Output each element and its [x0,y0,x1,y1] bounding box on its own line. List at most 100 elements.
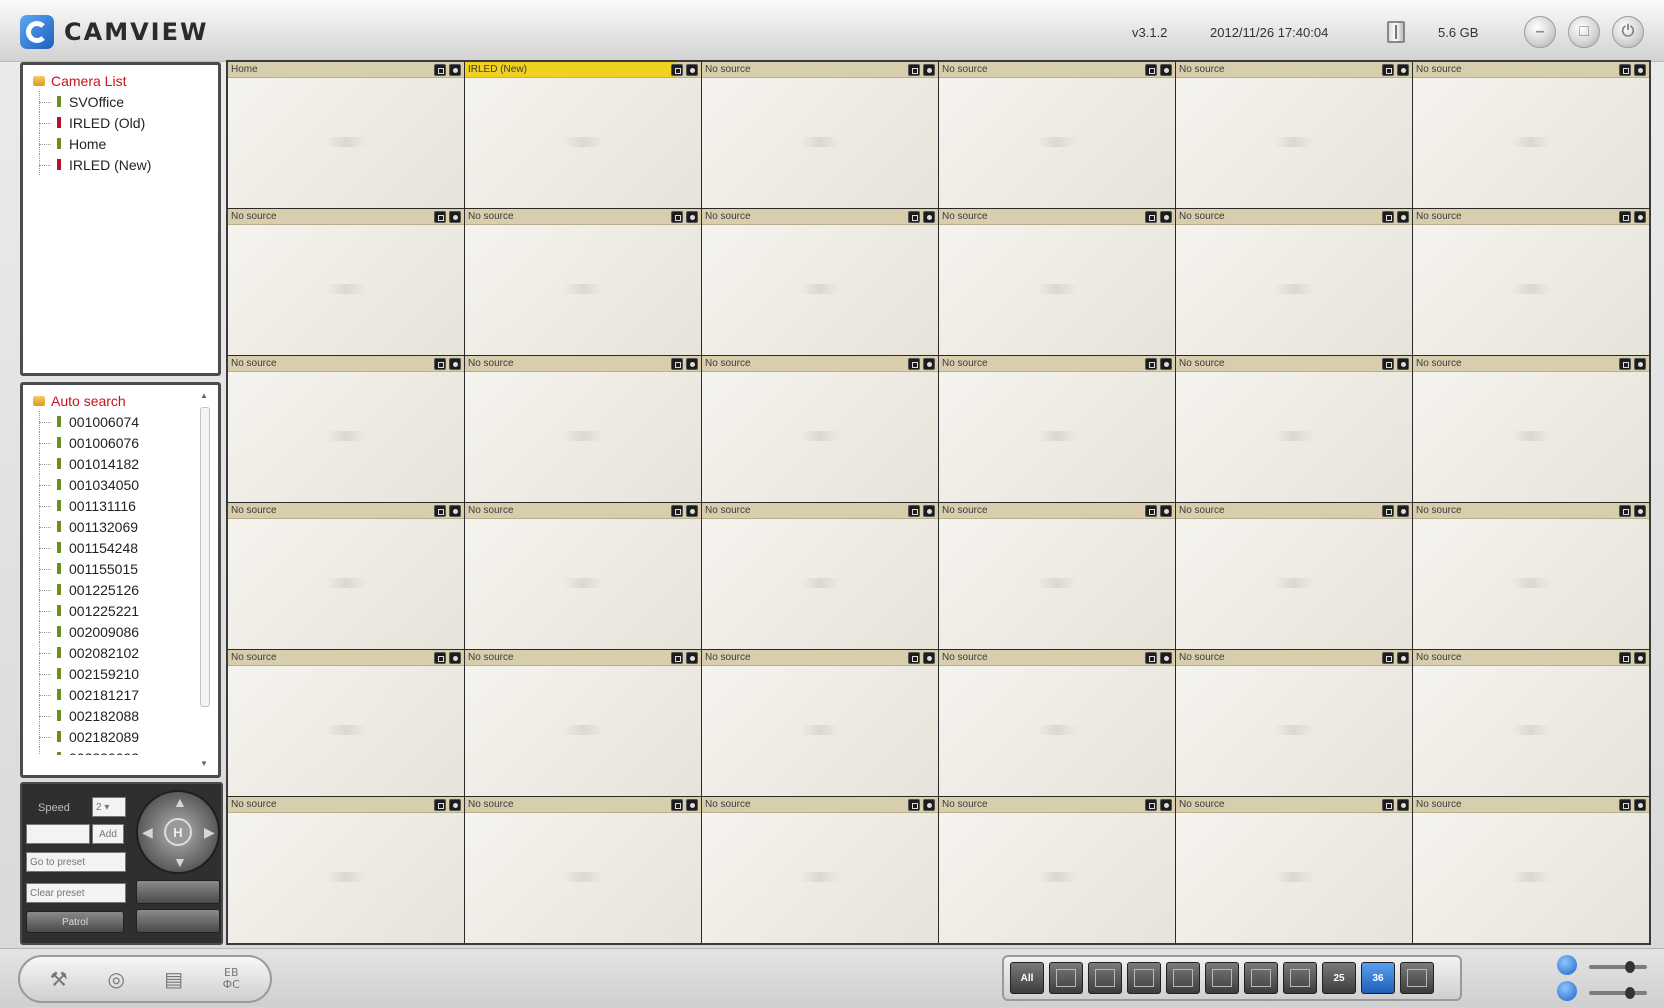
snapshot-icon[interactable] [1382,64,1394,76]
snapshot-icon[interactable] [908,211,920,223]
snapshot-icon[interactable] [1382,505,1394,517]
camera-cell[interactable]: IRLED (New) [465,62,701,208]
camera-cell[interactable]: No source [465,503,701,649]
auto-search-root[interactable]: Auto search [33,391,218,411]
snapshot-icon[interactable] [1619,652,1631,664]
auto-search-item[interactable]: 001006076 [33,432,218,453]
camera-cell[interactable]: No source [1413,209,1649,355]
auto-search-item[interactable]: 001132069 [33,516,218,537]
snapshot-icon[interactable] [671,358,683,370]
record-icon[interactable] [923,358,935,370]
record-icon[interactable] [1160,799,1172,811]
snapshot-icon[interactable] [434,358,446,370]
record-icon[interactable] [1160,652,1172,664]
pan-down-icon[interactable]: ▼ [173,854,187,870]
camera-cell[interactable]: No source [1176,650,1412,796]
auto-search-item[interactable]: 001131116 [33,495,218,516]
layout-button[interactable] [1127,962,1161,994]
snapshot-icon[interactable] [1382,799,1394,811]
camera-cell[interactable]: No source [1413,356,1649,502]
snapshot-icon[interactable] [434,652,446,664]
auto-search-scrollbar[interactable]: ▲ ▼ [198,391,212,771]
camera-cell[interactable]: No source [228,797,464,943]
pan-left-icon[interactable]: ◀ [142,824,153,841]
layout-button[interactable] [1283,962,1317,994]
maximize-button[interactable]: □ [1568,16,1600,48]
record-icon[interactable] [686,505,698,517]
snapshot-icon[interactable] [671,211,683,223]
camera-list-item[interactable]: SVOffice [33,91,218,112]
snapshot-icon[interactable] [671,799,683,811]
info-icon[interactable] [1557,955,1577,975]
record-icon[interactable] [923,64,935,76]
auto-search-item[interactable]: 001006074 [33,411,218,432]
record-icon[interactable] [1397,652,1409,664]
camera-cell[interactable]: No source [939,209,1175,355]
record-icon[interactable] [449,799,461,811]
goto-preset-select[interactable]: Go to preset [26,852,126,872]
scroll-down-icon[interactable]: ▼ [200,759,208,768]
snapshot-icon[interactable] [1145,64,1157,76]
volume-slider[interactable] [1589,961,1647,973]
record-icon[interactable] [1634,652,1646,664]
snapshot-icon[interactable] [908,652,920,664]
camera-list-root[interactable]: Camera List [33,71,218,91]
camera-cell[interactable]: No source [1176,62,1412,208]
record-icon[interactable] [1397,64,1409,76]
record-icon[interactable] [1634,64,1646,76]
layout-button[interactable] [1205,962,1239,994]
camera-cell[interactable]: No source [1176,356,1412,502]
snapshot-icon[interactable] [1619,358,1631,370]
camera-list-item[interactable]: IRLED (Old) [33,112,218,133]
camera-cell[interactable]: No source [228,650,464,796]
camera-cell[interactable]: No source [702,797,938,943]
record-icon[interactable] [1634,505,1646,517]
record-icon[interactable] [686,799,698,811]
snapshot-icon[interactable] [908,799,920,811]
record-icon[interactable] [1397,358,1409,370]
auto-search-item[interactable]: 002159210 [33,663,218,684]
snapshot-icon[interactable] [1619,505,1631,517]
auto-search-item[interactable]: 001155015 [33,558,218,579]
auto-search-item[interactable]: 001154248 [33,537,218,558]
snapshot-icon[interactable] [671,505,683,517]
auto-search-item[interactable]: 002082102 [33,642,218,663]
scroll-up-icon[interactable]: ▲ [200,391,208,400]
record-icon[interactable] [923,799,935,811]
snapshot-icon[interactable] [1145,799,1157,811]
record-icon[interactable] [686,652,698,664]
record-icon[interactable] [1160,64,1172,76]
auto-search-item[interactable]: 002230092 [33,747,218,755]
ptz-joystick[interactable]: ▲ ▼ ◀ ▶ H [136,790,220,874]
ptz-action-button[interactable] [136,909,220,933]
snapshot-icon[interactable] [1145,652,1157,664]
record-icon[interactable] [1634,211,1646,223]
camera-cell[interactable]: No source [702,650,938,796]
preset-name-input[interactable] [26,824,90,844]
pan-right-icon[interactable]: ▶ [204,824,215,841]
snapshot-icon[interactable] [1619,64,1631,76]
snapshot-icon[interactable] [1382,358,1394,370]
record-icon[interactable] [1160,505,1172,517]
camera-cell[interactable]: No source [939,650,1175,796]
snapshot-icon[interactable] [1382,652,1394,664]
auto-search-item[interactable]: 002181217 [33,684,218,705]
clear-preset-select[interactable]: Clear preset [26,883,126,903]
record-icon[interactable] [1397,799,1409,811]
pan-up-icon[interactable]: ▲ [173,794,187,810]
scrollbar-thumb[interactable] [200,407,210,707]
record-icon[interactable] [686,358,698,370]
camera-cell[interactable]: No source [1413,650,1649,796]
auto-search-item[interactable]: 002182088 [33,705,218,726]
camera-cell[interactable]: No source [228,503,464,649]
camera-cell[interactable]: No source [939,62,1175,208]
camera-cell[interactable]: No source [1413,503,1649,649]
record-icon[interactable] [449,505,461,517]
snapshot-icon[interactable] [671,64,683,76]
record-icon[interactable] [686,211,698,223]
record-icon[interactable] [449,211,461,223]
camera-cell[interactable]: No source [1176,797,1412,943]
camera-cell[interactable]: No source [465,356,701,502]
camera-cell[interactable]: No source [465,797,701,943]
auto-search-item[interactable]: 001225221 [33,600,218,621]
